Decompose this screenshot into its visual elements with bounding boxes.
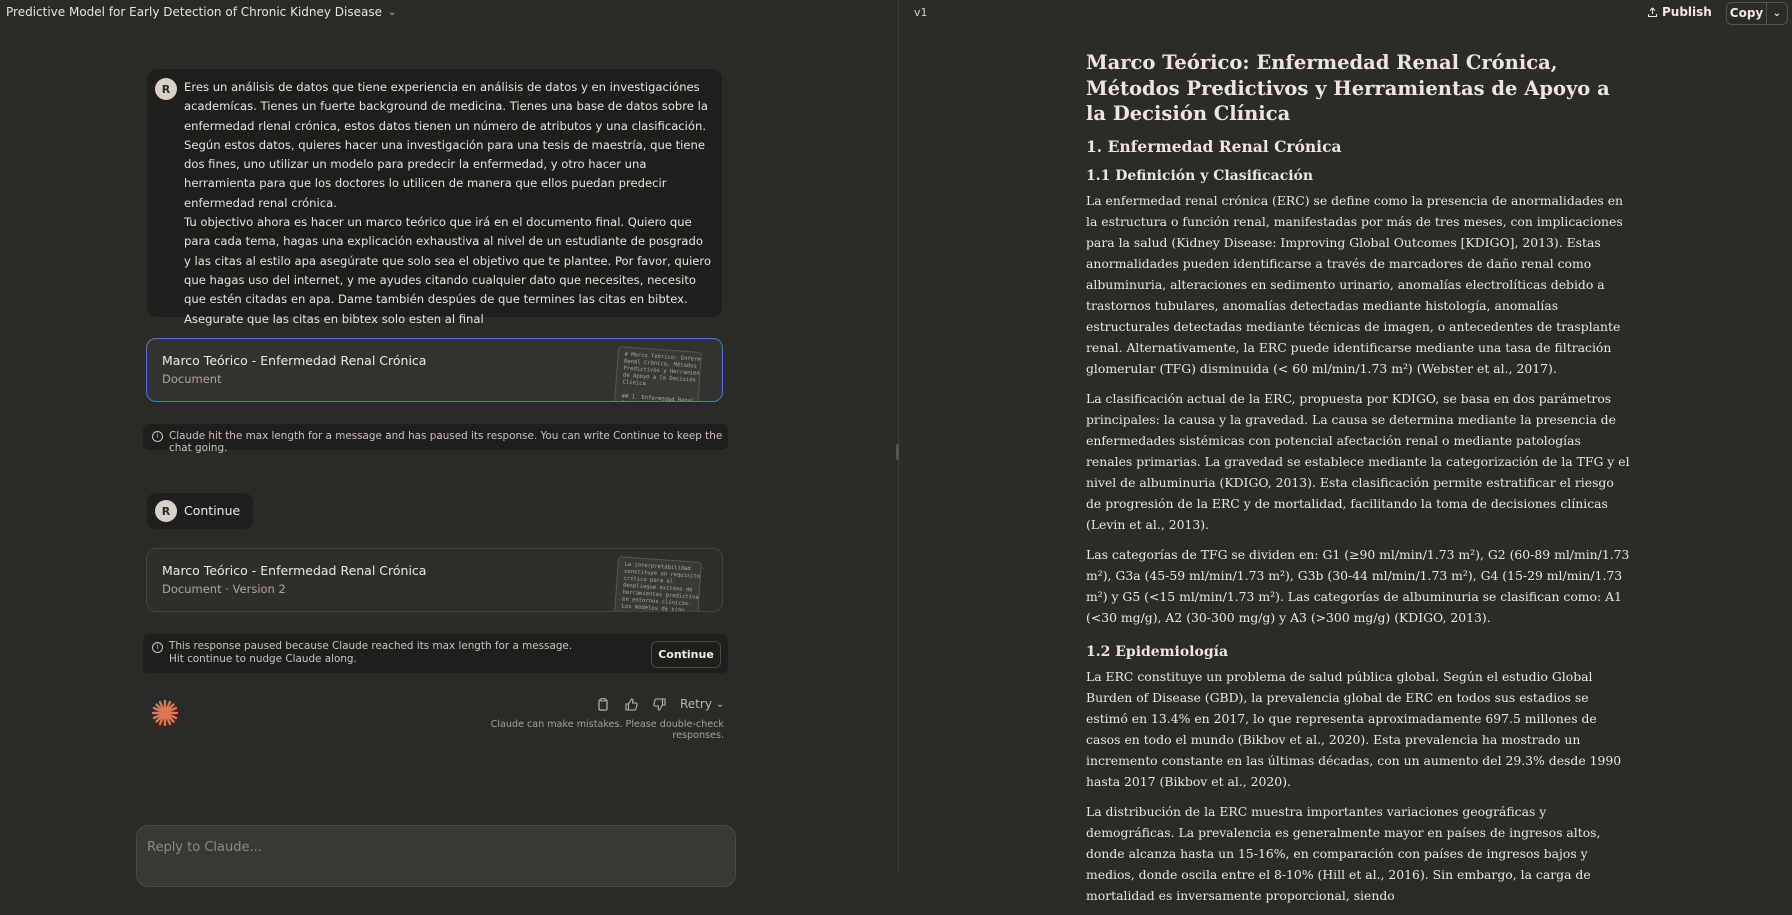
user-message-text: Eres un análisis de datos que tiene expe… [184, 78, 712, 329]
publish-label: Publish [1662, 5, 1712, 19]
paragraph: Las categorías de TFG se dividen en: G1 … [1086, 546, 1630, 625]
disclaimer: Claude can make mistakes. Please double-… [490, 719, 724, 741]
retry-button[interactable]: Retry ⌄ [680, 697, 724, 711]
artifact-card[interactable]: Marco Teórico - Enfermedad Renal Crónica… [146, 338, 723, 402]
chevron-down-icon: ⌄ [715, 698, 725, 710]
copy-icon[interactable] [596, 697, 610, 711]
user-message-paragraph: Eres un análisis de datos que tiene expe… [184, 80, 708, 210]
subsection-heading: 1.1 Definición y Clasificación [1086, 167, 1314, 184]
conversation-title-menu[interactable]: Predictive Model for Early Detection of … [6, 5, 396, 19]
document-title: Marco Teórico: Enfermedad Renal Crónica,… [1086, 51, 1610, 125]
chevron-down-icon: ⌄ [388, 6, 397, 18]
user-message-paragraph: Tu objectivo ahora es hacer un marco teó… [184, 215, 712, 326]
message-actions: Retry ⌄ [596, 697, 724, 711]
paragraph: La enfermedad renal crónica (ERC) se def… [1086, 192, 1624, 376]
paragraph: La ERC constituye un problema de salud p… [1086, 668, 1622, 789]
chat-panel: Predictive Model for Early Detection of … [0, 0, 898, 887]
avatar: R [155, 78, 177, 100]
max-length-notice: i Claude hit the max length for a messag… [143, 424, 728, 454]
retry-label: Retry [680, 697, 712, 711]
paused-notice: i This response paused because Claude re… [143, 634, 728, 673]
reply-input[interactable]: Reply to Claude... [136, 825, 736, 887]
user-message: R Eres un análisis de datos que tiene ex… [147, 69, 722, 326]
artifact-thumbnail: La interpretabilidad constituye un requi… [614, 556, 702, 611]
paragraph: La distribución de la ERC muestra import… [1086, 803, 1601, 903]
version-label: v1 [914, 6, 928, 19]
copy-button[interactable]: Copy [1727, 3, 1767, 24]
notice-text: Claude hit the max length for a message … [169, 430, 723, 454]
publish-button[interactable]: Publish [1647, 5, 1712, 19]
section-heading: 1. Enfermedad Renal Crónica [1086, 136, 1342, 156]
info-icon: i [152, 642, 163, 653]
artifact-title: Marco Teórico - Enfermedad Renal Crónica [162, 563, 427, 578]
artifact-subtitle: Document [162, 372, 222, 386]
user-message-continue: R Continue [147, 493, 253, 529]
info-icon: i [152, 431, 163, 442]
reply-placeholder: Reply to Claude... [147, 840, 262, 855]
avatar: R [155, 500, 177, 522]
subsection-heading: 1.2 Epidemiología [1086, 643, 1229, 660]
thumbs-down-icon[interactable] [652, 697, 666, 711]
document-content: Marco Teórico: Enfermedad Renal Crónica,… [1086, 50, 1631, 915]
claude-spark-icon [151, 699, 179, 727]
chevron-down-icon[interactable]: ⌄ [1767, 8, 1787, 19]
artifact-title: Marco Teórico - Enfermedad Renal Crónica [162, 353, 427, 368]
thumbs-up-icon[interactable] [624, 697, 638, 711]
artifact-thumbnail: # Marco Teórico: Enfermedad Renal Crónic… [614, 346, 702, 401]
paragraph: La clasificación actual de la ERC, propu… [1086, 390, 1630, 532]
artifact-card-version-2[interactable]: Marco Teórico - Enfermedad Renal Crónica… [146, 548, 723, 612]
notice-text: This response paused because Claude reac… [169, 640, 573, 665]
user-message-text: Continue [184, 503, 241, 518]
conversation-title: Predictive Model for Early Detection of … [6, 5, 383, 19]
continue-button[interactable]: Continue [651, 641, 721, 668]
upload-icon [1647, 6, 1658, 17]
artifact-subtitle: Document · Version 2 [162, 582, 286, 596]
copy-button-group: Copy ⌄ [1726, 2, 1788, 25]
